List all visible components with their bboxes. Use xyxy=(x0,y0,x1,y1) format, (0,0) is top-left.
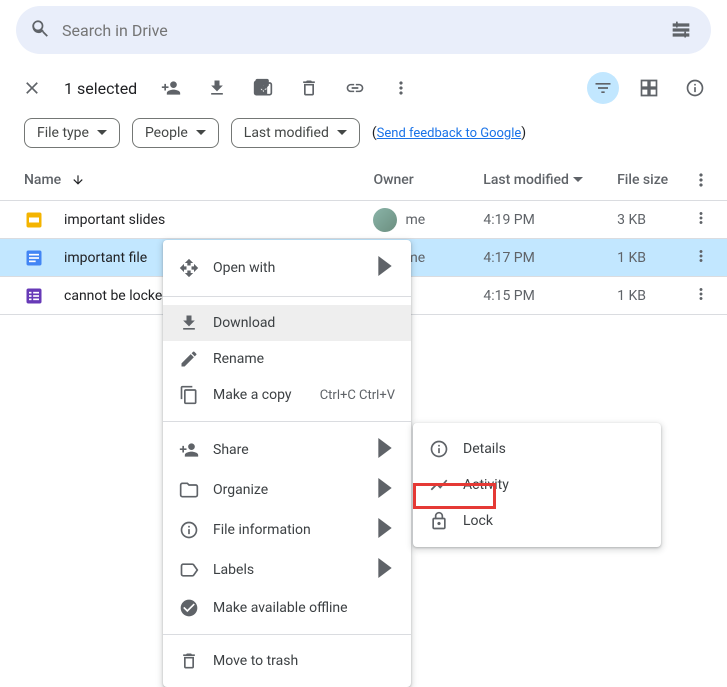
sort-down-icon xyxy=(71,173,85,187)
submenu-activity[interactable]: Activity xyxy=(413,467,661,503)
header-more-button[interactable] xyxy=(691,170,711,190)
menu-make-copy[interactable]: Make a copy Ctrl+C Ctrl+V xyxy=(163,377,411,413)
menu-rename[interactable]: Rename xyxy=(163,341,411,377)
menu-shortcut: Ctrl+C Ctrl+V xyxy=(320,388,395,403)
feedback-link[interactable]: (Send feedback to Google) xyxy=(372,125,526,141)
search-options-icon[interactable] xyxy=(665,14,697,46)
menu-label: Details xyxy=(463,441,506,457)
download-button[interactable] xyxy=(201,72,233,104)
chip-last-modified-label: Last modified xyxy=(244,125,329,141)
menu-label: Download xyxy=(213,315,275,331)
menu-label: Activity xyxy=(463,477,509,493)
filter-view-button[interactable] xyxy=(587,72,619,104)
filter-chip-row: File type People Last modified (Send fee… xyxy=(0,114,727,160)
chip-people-label: People xyxy=(145,125,188,141)
menu-label: Organize xyxy=(213,482,268,498)
chevron-right-icon xyxy=(375,256,395,280)
file-name: important slides xyxy=(64,212,165,228)
share-user-button[interactable] xyxy=(155,72,187,104)
menu-share[interactable]: Share xyxy=(163,430,411,470)
owner-label: me xyxy=(405,212,425,228)
file-info-submenu: Details Activity Lock xyxy=(413,423,661,547)
menu-file-info[interactable]: File information xyxy=(163,510,411,550)
size-label: 1 KB xyxy=(617,250,691,266)
forms-icon xyxy=(24,286,44,306)
more-actions-button[interactable] xyxy=(385,72,417,104)
chip-filetype[interactable]: File type xyxy=(24,118,120,148)
search-input[interactable] xyxy=(62,21,665,40)
chip-last-modified[interactable]: Last modified xyxy=(231,118,360,148)
table-header: Name Owner Last modified File size xyxy=(0,160,727,201)
col-name-label[interactable]: Name xyxy=(24,172,61,188)
close-selection-button[interactable] xyxy=(16,72,48,104)
slides-icon xyxy=(24,210,44,230)
row-more-button[interactable] xyxy=(692,209,710,231)
selection-count: 1 selected xyxy=(64,79,137,98)
col-modified-label[interactable]: Last modified xyxy=(483,172,617,188)
size-label: 1 KB xyxy=(617,288,691,304)
delete-button[interactable] xyxy=(293,72,325,104)
chip-filetype-label: File type xyxy=(37,125,89,141)
search-icon xyxy=(30,18,50,42)
menu-label: Make a copy xyxy=(213,387,292,403)
submenu-lock[interactable]: Lock xyxy=(413,503,661,539)
menu-label: Share xyxy=(213,442,249,458)
chevron-right-icon xyxy=(375,478,395,502)
menu-download[interactable]: Download xyxy=(163,305,411,341)
menu-open-with[interactable]: Open with xyxy=(163,248,411,288)
col-size-label[interactable]: File size xyxy=(617,172,691,188)
chevron-down-icon xyxy=(196,128,206,138)
chevron-down-icon xyxy=(573,175,583,185)
modified-label: 4:19 PM xyxy=(483,212,617,228)
modified-label: 4:15 PM xyxy=(483,288,617,304)
menu-label: Move to trash xyxy=(213,653,298,669)
move-button[interactable] xyxy=(247,72,279,104)
chevron-right-icon xyxy=(375,518,395,542)
menu-labels[interactable]: Labels xyxy=(163,550,411,590)
menu-label: Open with xyxy=(213,260,275,276)
chevron-right-icon xyxy=(375,558,395,582)
col-owner-label[interactable]: Owner xyxy=(373,172,483,188)
row-more-button[interactable] xyxy=(692,285,710,307)
menu-label: Make available offline xyxy=(213,600,348,616)
chip-people[interactable]: People xyxy=(132,118,219,148)
context-menu: Open with Download Rename Make a copy Ct… xyxy=(163,240,411,687)
chevron-down-icon xyxy=(97,128,107,138)
grid-view-button[interactable] xyxy=(633,72,665,104)
menu-label: Lock xyxy=(463,513,493,529)
submenu-details[interactable]: Details xyxy=(413,431,661,467)
info-button[interactable] xyxy=(679,72,711,104)
search-bar[interactable] xyxy=(16,6,711,54)
avatar xyxy=(373,208,397,232)
menu-trash[interactable]: Move to trash xyxy=(163,643,411,679)
table-row[interactable]: important slides me 4:19 PM 3 KB xyxy=(0,201,727,239)
modified-label: 4:17 PM xyxy=(483,250,617,266)
menu-label: Labels xyxy=(213,562,254,578)
menu-label: Rename xyxy=(213,351,264,367)
size-label: 3 KB xyxy=(617,212,691,228)
row-more-button[interactable] xyxy=(692,247,710,269)
link-button[interactable] xyxy=(339,72,371,104)
docs-icon xyxy=(24,248,44,268)
chevron-down-icon xyxy=(337,128,347,138)
selection-toolbar: 1 selected xyxy=(0,62,727,114)
menu-offline[interactable]: Make available offline xyxy=(163,590,411,626)
file-name: cannot be locked - xyxy=(64,288,178,304)
chevron-right-icon xyxy=(375,438,395,462)
menu-organize[interactable]: Organize xyxy=(163,470,411,510)
file-name: important file xyxy=(64,250,147,266)
menu-label: File information xyxy=(213,522,311,538)
